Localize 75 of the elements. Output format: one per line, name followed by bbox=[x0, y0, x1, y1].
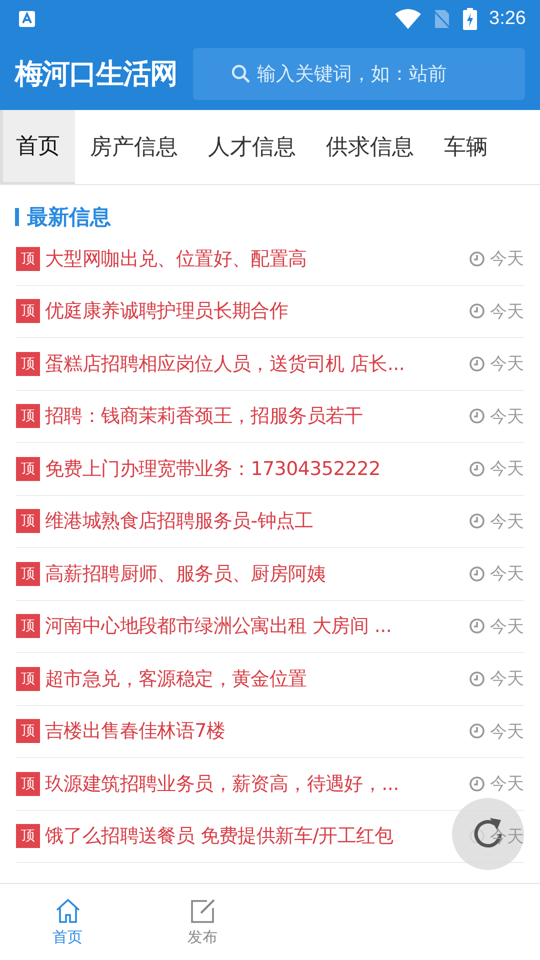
no-sim-icon bbox=[433, 9, 452, 29]
pinned-badge: 顶 bbox=[16, 299, 40, 324]
battery-icon bbox=[463, 8, 478, 30]
clock-icon bbox=[469, 460, 485, 477]
news-time: 今天 bbox=[490, 773, 524, 796]
news-title: 免费上门办理宽带业务：17304352222 bbox=[45, 456, 382, 482]
news-time: 今天 bbox=[490, 720, 524, 743]
news-item[interactable]: 顶 维港城熟食店招聘服务员-钟点工 今天 bbox=[16, 496, 524, 548]
wifi-icon bbox=[395, 9, 422, 29]
news-item[interactable]: 顶 河南中心地段都市绿洲公寓出租 大房间 ... 今天 bbox=[16, 600, 524, 653]
news-title: 吉楼出售春佳林语7楼 bbox=[45, 719, 226, 744]
news-title: 维港城熟食店招聘服务员-钟点工 bbox=[45, 509, 314, 534]
news-title: 饿了么招聘送餐员 免费提供新车/开工红包 bbox=[45, 824, 394, 850]
news-title: 优庭康养诚聘护理员长期合作 bbox=[45, 299, 290, 324]
news-title: 大型网咖出兑、位置好、配置高 bbox=[45, 246, 308, 272]
status-time: 3:26 bbox=[489, 8, 526, 30]
category-tab[interactable]: 供求信息 bbox=[311, 110, 429, 184]
news-time: 今天 bbox=[490, 458, 524, 480]
category-tab[interactable]: 人才信息 bbox=[193, 110, 311, 184]
category-tab[interactable]: 首页 bbox=[0, 110, 75, 184]
news-item[interactable]: 顶 吉楼出售春佳林语7楼 今天 bbox=[16, 706, 524, 758]
news-time: 今天 bbox=[490, 563, 524, 586]
category-tab[interactable]: 车辆 bbox=[429, 110, 503, 184]
news-title: 超市急兑，客源稳定，黄金位置 bbox=[45, 666, 308, 692]
notification-icon bbox=[18, 10, 36, 28]
nav-item[interactable]: 发布 bbox=[135, 884, 270, 960]
news-time: 今天 bbox=[490, 300, 524, 323]
pinned-badge: 顶 bbox=[16, 404, 40, 428]
section-title: 最新信息 bbox=[27, 204, 111, 231]
pinned-badge: 顶 bbox=[16, 614, 40, 638]
clock-icon bbox=[469, 408, 485, 424]
pinned-badge: 顶 bbox=[16, 562, 40, 586]
news-item[interactable]: 顶 优庭康养诚聘护理员长期合作 今天 bbox=[16, 286, 524, 338]
clock-icon bbox=[469, 723, 485, 740]
news-item[interactable]: 顶 超市急兑，客源稳定，黄金位置 今天 bbox=[16, 653, 524, 706]
news-title: 河南中心地段都市绿洲公寓出租 大房间 ... bbox=[45, 614, 393, 640]
clock-icon bbox=[469, 618, 485, 634]
clock-icon bbox=[469, 776, 485, 792]
edit-icon bbox=[188, 897, 216, 925]
news-time: 今天 bbox=[490, 510, 524, 533]
pinned-badge: 顶 bbox=[16, 772, 40, 796]
news-time: 今天 bbox=[490, 406, 524, 428]
news-item[interactable]: 顶 蛋糕店招聘相应岗位人员，送货司机 店长... 今天 bbox=[16, 338, 524, 390]
clock-icon bbox=[469, 356, 485, 372]
pinned-badge: 顶 bbox=[16, 246, 40, 271]
nav-item[interactable]: 首页 bbox=[0, 884, 135, 960]
clock-icon bbox=[469, 566, 485, 582]
home-icon bbox=[54, 897, 82, 925]
pinned-badge: 顶 bbox=[16, 352, 40, 376]
pinned-badge: 顶 bbox=[16, 666, 40, 691]
news-item[interactable]: 顶 招聘：钱商茉莉香颈王，招服务员若干 今天 bbox=[16, 390, 524, 443]
news-item[interactable]: 顶 大型网咖出兑、位置好、配置高 今天 bbox=[16, 233, 524, 286]
clock-icon bbox=[469, 670, 485, 687]
clock-icon bbox=[469, 250, 485, 267]
news-item[interactable]: 顶 免费上门办理宽带业务：17304352222 今天 bbox=[16, 443, 524, 496]
clock-icon bbox=[469, 303, 485, 320]
news-time: 今天 bbox=[490, 668, 524, 690]
news-time: 今天 bbox=[490, 616, 524, 638]
news-title: 蛋糕店招聘相应岗位人员，送货司机 店长... bbox=[45, 352, 406, 377]
news-item[interactable]: 顶 高薪招聘厨师、服务员、厨房阿姨 今天 bbox=[16, 548, 524, 600]
news-title: 招聘：钱商茉莉香颈王，招服务员若干 bbox=[45, 404, 364, 430]
category-tab[interactable]: 房产信息 bbox=[75, 110, 193, 184]
news-time: 今天 bbox=[490, 248, 524, 270]
pinned-badge: 顶 bbox=[16, 719, 40, 744]
section-marker bbox=[15, 208, 19, 226]
app-logo: 梅河口生活网 bbox=[15, 56, 177, 92]
news-title: 玖源建筑招聘业务员，薪资高，待遇好，... bbox=[45, 772, 400, 797]
news-title: 高薪招聘厨师、服务员、厨房阿姨 bbox=[45, 562, 327, 587]
clock-icon bbox=[469, 513, 485, 530]
pinned-badge: 顶 bbox=[16, 509, 40, 534]
news-time: 今天 bbox=[490, 826, 524, 848]
news-time: 今天 bbox=[490, 353, 524, 376]
pinned-badge: 顶 bbox=[16, 456, 40, 481]
search-field[interactable]: 输入关键词，如：站前 bbox=[193, 48, 525, 100]
pinned-badge: 顶 bbox=[16, 824, 40, 848]
